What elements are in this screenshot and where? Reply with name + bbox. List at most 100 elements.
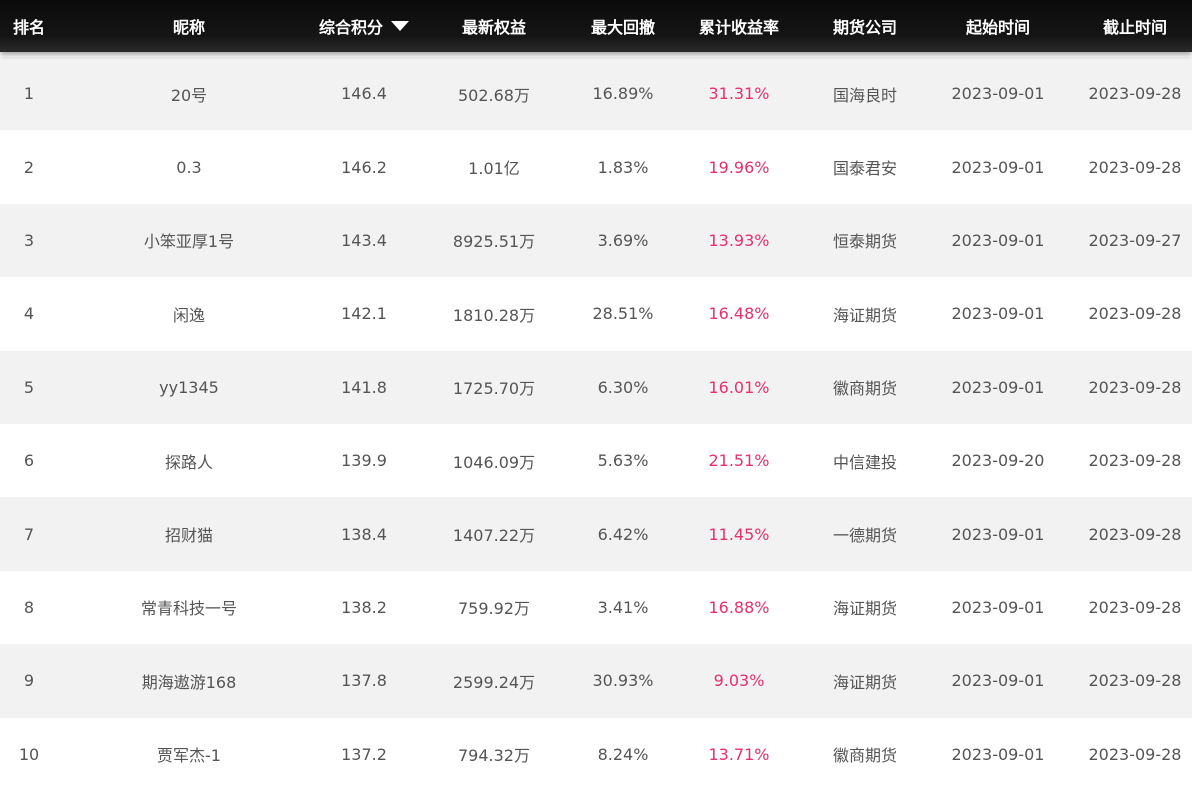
header-drawdown: 最大回撤: [580, 14, 666, 38]
header-return-rate-label: 累计收益率: [698, 18, 779, 37]
cell-score: 137.8: [341, 671, 387, 691]
cell-end-date: 2023-09-28: [1088, 671, 1182, 691]
cell-start-date: 2023-09-01: [951, 671, 1045, 691]
header-start-date: 起始时间: [918, 14, 1078, 38]
header-start-date-label: 起始时间: [965, 18, 1030, 37]
cell-start-date: 2023-09-01: [951, 84, 1045, 104]
cell-return-rate: 16.88%: [708, 597, 770, 617]
cell-company: 海证期货: [832, 672, 897, 692]
cell-nickname: 0.3: [176, 157, 202, 177]
cell-rank: 7: [23, 524, 35, 544]
table-row[interactable]: 10 贾军杰-1 137.2 794.32万 8.24% 13.71% 徽商期货…: [0, 717, 1192, 791]
cell-nickname: 闲逸: [172, 305, 205, 325]
cell-start-date: 2023-09-01: [951, 304, 1045, 324]
table-row[interactable]: 1 20号 146.4 502.68万 16.89% 31.31% 国海良时 2…: [0, 57, 1192, 131]
cell-company: 中信建投: [832, 452, 897, 472]
cell-nickname: 期海遨游168: [141, 672, 237, 692]
header-drawdown-label: 最大回撤: [590, 18, 655, 37]
cell-drawdown: 3.69%: [597, 230, 649, 250]
cell-return-rate: 19.96%: [708, 157, 770, 177]
cell-company: 国泰君安: [832, 159, 897, 179]
table-row[interactable]: 4 闲逸 142.1 1810.28万 28.51% 16.48% 海证期货 2…: [0, 277, 1192, 351]
cell-equity: 759.92万: [458, 599, 530, 619]
cell-rank: 6: [23, 451, 35, 471]
table-row[interactable]: 7 招财猫 138.4 1407.22万 6.42% 11.45% 一德期货 2…: [0, 497, 1192, 571]
cell-drawdown: 16.89%: [592, 84, 654, 104]
cell-end-date: 2023-09-28: [1088, 597, 1182, 617]
cell-rank: 10: [18, 744, 40, 764]
cell-score: 142.1: [341, 304, 387, 324]
cell-drawdown: 3.41%: [597, 597, 649, 617]
cell-equity: 8925.51万: [452, 232, 536, 252]
cell-start-date: 2023-09-01: [951, 524, 1045, 544]
header-rank-label: 排名: [12, 18, 45, 37]
cell-end-date: 2023-09-28: [1088, 524, 1182, 544]
header-equity-label: 最新权益: [461, 18, 526, 37]
header-score-label[interactable]: 综合积分: [319, 14, 383, 38]
cell-drawdown: 5.63%: [597, 451, 649, 471]
cell-drawdown: 28.51%: [592, 304, 654, 324]
cell-equity: 1.01亿: [468, 159, 520, 179]
cell-end-date: 2023-09-28: [1088, 84, 1182, 104]
cell-return-rate: 9.03%: [713, 671, 765, 691]
table-row[interactable]: 3 小笨亚厚1号 143.4 8925.51万 3.69% 13.93% 恒泰期…: [0, 203, 1192, 278]
cell-end-date: 2023-09-28: [1088, 744, 1182, 764]
cell-rank: 1: [23, 84, 35, 104]
cell-equity: 502.68万: [458, 85, 530, 105]
ranking-table: 排名 昵称 综合积分 最新权益 最大回撤 累计收益率 期货公司 起始时间 截止时…: [0, 0, 1192, 791]
cell-rank: 4: [23, 304, 35, 324]
cell-return-rate: 21.51%: [708, 451, 770, 471]
header-end-date: 截止时间: [1078, 14, 1192, 38]
header-company-label: 期货公司: [832, 18, 897, 37]
cell-drawdown: 30.93%: [592, 671, 654, 691]
header-return-rate: 累计收益率: [666, 14, 812, 38]
cell-company: 国海良时: [832, 85, 897, 105]
header-end-date-label: 截止时间: [1102, 18, 1167, 37]
cell-company: 徽商期货: [832, 379, 897, 399]
header-score-sort[interactable]: 综合积分: [319, 14, 410, 38]
header-company: 期货公司: [812, 14, 918, 38]
cell-start-date: 2023-09-01: [951, 230, 1045, 250]
cell-equity: 2599.24万: [452, 672, 536, 692]
cell-score: 139.9: [341, 451, 387, 471]
table-header: 排名 昵称 综合积分 最新权益 最大回撤 累计收益率 期货公司 起始时间 截止时…: [0, 0, 1192, 52]
cell-end-date: 2023-09-28: [1088, 377, 1182, 397]
cell-nickname: 贾军杰-1: [157, 746, 221, 766]
cell-drawdown: 1.83%: [597, 157, 649, 177]
table-row[interactable]: 6 探路人 139.9 1046.09万 5.63% 21.51% 中信建投 2…: [0, 423, 1192, 498]
cell-return-rate: 16.48%: [708, 304, 770, 324]
table-row[interactable]: 5 yy1345 141.8 1725.70万 6.30% 16.01% 徽商期…: [0, 350, 1192, 424]
cell-rank: 3: [23, 230, 35, 250]
cell-score: 138.2: [341, 597, 387, 617]
cell-equity: 1810.28万: [452, 305, 536, 325]
cell-start-date: 2023-09-01: [951, 597, 1045, 617]
cell-score: 141.8: [341, 377, 387, 397]
cell-start-date: 2023-09-20: [951, 451, 1045, 471]
table-row[interactable]: 9 期海遨游168 137.8 2599.24万 30.93% 9.03% 海证…: [0, 644, 1192, 718]
cell-start-date: 2023-09-01: [951, 744, 1045, 764]
cell-company: 徽商期货: [832, 746, 897, 766]
cell-equity: 1407.22万: [452, 526, 536, 546]
cell-start-date: 2023-09-01: [951, 157, 1045, 177]
cell-score: 138.4: [341, 524, 387, 544]
cell-end-date: 2023-09-28: [1088, 304, 1182, 324]
cell-return-rate: 31.31%: [708, 84, 770, 104]
cell-drawdown: 8.24%: [597, 744, 649, 764]
cell-return-rate: 13.93%: [708, 230, 770, 250]
cell-rank: 8: [23, 597, 35, 617]
cell-return-rate: 13.71%: [708, 744, 770, 764]
cell-score: 146.4: [341, 84, 387, 104]
caret-down-icon[interactable]: [391, 21, 410, 31]
header-nickname: 昵称: [58, 14, 320, 38]
cell-rank: 9: [23, 671, 35, 691]
cell-nickname: 招财猫: [164, 526, 213, 546]
table-row[interactable]: 2 0.3 146.2 1.01亿 1.83% 19.96% 国泰君安 2023…: [0, 130, 1192, 204]
cell-score: 143.4: [341, 230, 387, 250]
header-equity: 最新权益: [408, 14, 580, 38]
cell-start-date: 2023-09-01: [951, 377, 1045, 397]
cell-rank: 5: [23, 377, 35, 397]
cell-nickname: 探路人: [164, 452, 213, 472]
cell-drawdown: 6.30%: [597, 377, 649, 397]
cell-nickname: 20号: [170, 85, 208, 105]
table-row[interactable]: 8 常青科技一号 138.2 759.92万 3.41% 16.88% 海证期货…: [0, 570, 1192, 645]
